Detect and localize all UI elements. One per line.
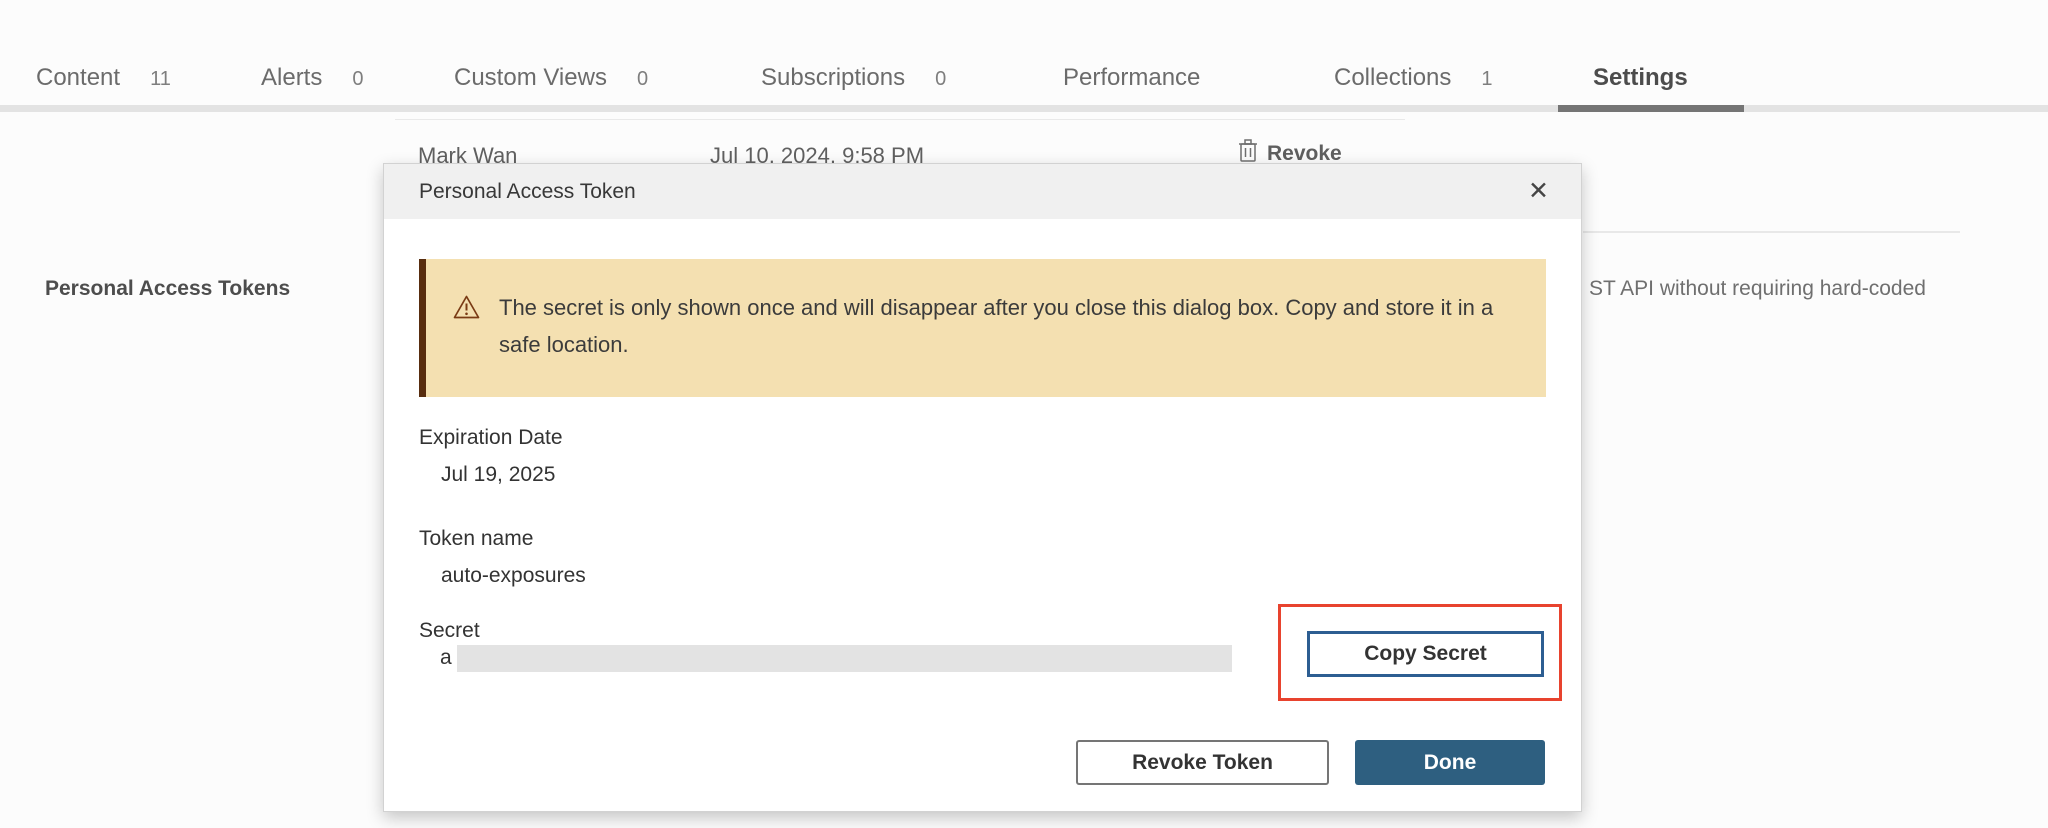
- section-divider: [1583, 231, 1960, 233]
- close-icon: ✕: [1528, 177, 1549, 205]
- secret-label: Secret: [419, 619, 480, 643]
- tab-alerts[interactable]: Alerts 0: [261, 64, 363, 92]
- done-button[interactable]: Done: [1355, 740, 1545, 785]
- tab-label: Alerts: [261, 64, 322, 92]
- tab-content[interactable]: Content 11: [36, 64, 171, 92]
- revoke-link-label: Revoke: [1267, 138, 1342, 166]
- section-title: Personal Access Tokens: [45, 277, 290, 301]
- tab-label: Content: [36, 64, 120, 92]
- token-name-value: auto-exposures: [441, 564, 586, 588]
- tab-performance[interactable]: Performance: [1063, 64, 1200, 92]
- section-description-fragment: ST API without requiring hard-coded: [1589, 277, 1926, 301]
- tab-label: Performance: [1063, 64, 1200, 92]
- secret-redacted-bar: [457, 645, 1232, 672]
- tab-label: Custom Views: [454, 64, 607, 92]
- tab-label: Settings: [1593, 64, 1688, 92]
- tab-label: Subscriptions: [761, 64, 905, 92]
- tab-count: 11: [150, 68, 171, 91]
- expiration-date-label: Expiration Date: [419, 426, 563, 450]
- warning-banner: The secret is only shown once and will d…: [419, 259, 1546, 397]
- warning-text: The secret is only shown once and will d…: [499, 289, 1504, 363]
- tab-settings[interactable]: Settings: [1593, 64, 1688, 92]
- dialog-header: Personal Access Token ✕: [384, 164, 1581, 219]
- tab-count: 0: [352, 68, 363, 91]
- copy-secret-button[interactable]: Copy Secret: [1307, 631, 1544, 677]
- table-divider: [395, 119, 1405, 120]
- tab-count: 1: [1481, 68, 1492, 91]
- tab-bar: Content 11 Alerts 0 Custom Views 0 Subsc…: [0, 0, 2048, 112]
- warning-icon: [453, 294, 480, 320]
- tab-label: Collections: [1334, 64, 1451, 92]
- close-button[interactable]: ✕: [1524, 175, 1553, 208]
- token-name-label: Token name: [419, 527, 533, 551]
- expiration-date-value: Jul 19, 2025: [441, 463, 555, 487]
- tab-collections[interactable]: Collections 1: [1334, 64, 1493, 92]
- active-tab-indicator: [1558, 105, 1744, 112]
- revoke-token-button[interactable]: Revoke Token: [1076, 740, 1329, 785]
- tab-custom-views[interactable]: Custom Views 0: [454, 64, 648, 92]
- page: Content 11 Alerts 0 Custom Views 0 Subsc…: [0, 0, 2048, 828]
- secret-value: a: [440, 646, 452, 670]
- tab-count: 0: [637, 68, 648, 91]
- tab-subscriptions[interactable]: Subscriptions 0: [761, 64, 946, 92]
- dialog-title: Personal Access Token: [419, 180, 636, 204]
- tab-count: 0: [935, 68, 946, 91]
- personal-access-token-dialog: Personal Access Token ✕ The secret is on…: [383, 163, 1582, 812]
